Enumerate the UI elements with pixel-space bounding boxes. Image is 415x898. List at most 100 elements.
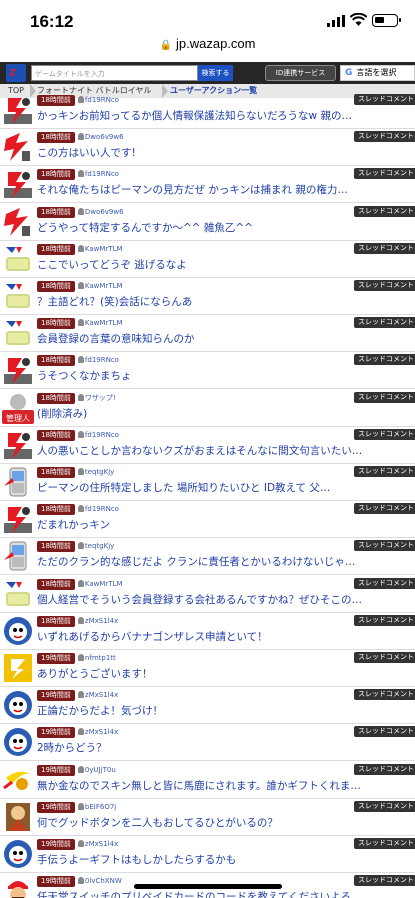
user-avatar[interactable] [2, 838, 34, 870]
item-meta: 18時間前 zMxS1l4x [37, 615, 118, 627]
user-avatar[interactable] [2, 689, 34, 721]
user-avatar[interactable] [2, 168, 34, 200]
comment-link[interactable]: 2時からどう？ [37, 740, 367, 755]
list-item[interactable]: 18時間前 fd19RNco それな俺たちはピーマンの見方だぜ かっキンは捕まれ 親… [0, 166, 415, 204]
list-item[interactable]: 19時間前 nfmtp1tt ありがとうございます！ スレッドコメント [0, 650, 415, 687]
search-button[interactable]: 検索する [198, 65, 233, 81]
comment-link[interactable]: 何でグッドボタンを二人もおしてるひとがいるの？ [37, 815, 367, 830]
user-avatar[interactable] [2, 540, 34, 572]
user-id[interactable]: fd19RNco [85, 356, 119, 364]
comment-link[interactable]: 手伝うよーギフトはもしかしたらするかも [37, 852, 367, 867]
comment-link[interactable]: ピーマンの住所特定しました 場所知りたいひと ID教えて 父… [37, 480, 367, 495]
search-input[interactable]: ゲームタイトルを入力 [31, 65, 198, 81]
list-item[interactable]: 18時間前 teqtgKjy ピーマンの住所特定しました 場所知りたいひと ID教え… [0, 464, 415, 501]
list-item[interactable]: 18時間前 fd19RNco だまれかっキン スレッドコメント [0, 501, 415, 539]
comment-link[interactable]: ここでいってどうぞ 逃げるなよ [37, 257, 367, 272]
user-id[interactable]: KawMrTLM [85, 319, 123, 327]
user-avatar[interactable] [2, 801, 34, 833]
user-avatar[interactable] [2, 131, 34, 163]
site-logo[interactable]: z [6, 64, 26, 82]
comment-link[interactable]: ？主語どれ？(笑)会話にならんあ [37, 294, 367, 309]
action-type-badge: スレッドコメント [354, 540, 415, 552]
user-avatar[interactable]: 管理人 [2, 392, 34, 424]
time-badge: 18時間前 [37, 95, 75, 106]
user-id[interactable]: ワザップ! [85, 394, 116, 402]
user-avatar[interactable] [2, 726, 34, 758]
language-select[interactable]: G 言語を選択 [340, 65, 415, 81]
list-item[interactable]: 18時間前 Dwo6v9w6 この方はいい人です! スレッドコメント [0, 129, 415, 167]
list-item[interactable]: 18時間前 fd19RNco 人の悪いことしか言わないクズがおまえはそんなに間文句言… [0, 427, 415, 464]
user-id[interactable]: bEIF6O7j [85, 803, 116, 811]
address-bar[interactable]: 🔒 jp.wazap.com [0, 36, 415, 60]
user-id[interactable]: Dwo6v9w6 [85, 133, 124, 141]
user-avatar[interactable] [2, 354, 34, 386]
user-id[interactable]: KawMrTLM [85, 282, 123, 290]
list-item[interactable]: 19時間前 zMxS1l4x 正論だからだよ！気づけ！ スレッドコメント [0, 687, 415, 725]
comment-link[interactable]: 人の悪いことしか言わないクズがおまえはそんなに間文句言いたい… [37, 443, 367, 458]
comment-link[interactable]: ただのクラン的な感じだよ クランに責任者とかいるわけないじゃ… [37, 554, 367, 569]
user-avatar[interactable] [2, 615, 34, 647]
user-id[interactable]: Dwo6v9w6 [85, 208, 124, 216]
user-id[interactable]: zMxS1l4x [85, 691, 118, 699]
user-avatar[interactable] [2, 429, 34, 461]
list-item[interactable]: 18時間前 teqtgKjy ただのクラン的な感じだよ クランに責任者とかいるわけな… [0, 538, 415, 576]
comment-link[interactable]: 個人経営でそういう会員登録する会社あるんですかね？ぜひそこの… [37, 592, 367, 607]
comment-link[interactable]: どうやって特定するんですか〜^^ 雑魚乙^^ [37, 220, 367, 235]
user-avatar[interactable] [2, 94, 34, 126]
comment-link[interactable]: だまれかっキン [37, 517, 367, 532]
user-id[interactable]: zMxS1l4x [85, 840, 118, 848]
user-id[interactable]: KawMrTLM [85, 580, 123, 588]
user-id[interactable]: fd19RNco [85, 170, 119, 178]
user-avatar[interactable] [2, 317, 34, 349]
battery-icon [372, 14, 401, 27]
user-avatar[interactable] [2, 875, 34, 898]
user-avatar[interactable] [2, 503, 34, 535]
user-avatar[interactable] [2, 578, 34, 610]
user-avatar[interactable] [2, 466, 34, 498]
comment-link[interactable]: (削除済み) [37, 406, 367, 421]
list-item[interactable]: 19時間前 zMxS1l4x 手伝うよーギフトはもしかしたらするかも スレッドコメント [0, 836, 415, 873]
comment-link[interactable]: かっキンお前知ってるか個人情報保護法知らないだろうなw 親の… [37, 108, 367, 123]
list-item[interactable]: 18時間前 KawMrTLM 個人経営でそういう会員登録する会社あるんですかね？ぜひ… [0, 576, 415, 613]
user-avatar[interactable] [2, 206, 34, 238]
list-item[interactable]: 18時間前 fd19RNco かっキンお前知ってるか個人情報保護法知らないだろうなw… [0, 92, 415, 129]
id-link-button[interactable]: ID連携サービス [265, 65, 336, 81]
list-item[interactable]: 18時間前 KawMrTLM ここでいってどうぞ 逃げるなよ スレッドコメント [0, 241, 415, 278]
user-id[interactable]: fd19RNco [85, 431, 119, 439]
user-id[interactable]: 0lvChXNW [85, 877, 122, 885]
list-item[interactable]: 管理人 18時間前 ワザップ! (削除済み) スレッドコメント [0, 390, 415, 427]
comment-link[interactable]: 会員登録の言葉の意味知らんのか [37, 331, 367, 346]
comment-link[interactable]: 無か金なのでスキン無しと皆に馬鹿にされます。誰かギフトくれま… [37, 778, 367, 793]
comment-link[interactable]: それな俺たちはピーマンの見方だぜ かっキンは捕まれ 親の権力… [37, 182, 367, 197]
list-item[interactable]: 19時間前 0yUJjT0u 無か金なのでスキン無しと皆に馬鹿にされます。誰かギフト… [0, 762, 415, 799]
user-id[interactable]: KawMrTLM [85, 245, 123, 253]
user-id[interactable]: teqtgKjy [85, 542, 114, 550]
comment-link[interactable]: ありがとうございます！ [37, 666, 367, 681]
user-id[interactable]: nfmtp1tt [85, 654, 116, 662]
list-item[interactable]: 18時間前 KawMrTLM ？主語どれ？(笑)会話にならんあ スレッドコメント [0, 278, 415, 315]
comment-link[interactable]: いずれあげるからバナナゴンザレス申請といて！ [37, 629, 367, 644]
user-avatar[interactable] [2, 243, 34, 275]
user-avatar[interactable] [2, 764, 34, 796]
comment-link[interactable]: この方はいい人です! [37, 145, 367, 160]
list-item[interactable]: 19時間前 zMxS1l4x 2時からどう？ スレッドコメント [0, 724, 415, 762]
user-id[interactable]: 0yUJjT0u [85, 766, 116, 774]
user-id[interactable]: fd19RNco [85, 96, 119, 104]
list-item[interactable]: 18時間前 Dwo6v9w6 どうやって特定するんですか〜^^ 雑魚乙^^ スレッドコ… [0, 204, 415, 241]
list-item[interactable]: 18時間前 KawMrTLM 会員登録の言葉の意味知らんのか スレッドコメント [0, 315, 415, 353]
user-id[interactable]: teqtgKjy [85, 468, 114, 476]
status-bar: 16:12 [0, 0, 415, 36]
home-indicator [134, 884, 282, 889]
user-id[interactable]: zMxS1l4x [85, 617, 118, 625]
user-icon [77, 579, 84, 587]
user-id[interactable]: fd19RNco [85, 505, 119, 513]
comment-link[interactable]: 正論だからだよ！気づけ！ [37, 703, 367, 718]
list-item[interactable]: 18時間前 fd19RNco うそつくなかまちょ スレッドコメント [0, 352, 415, 390]
user-avatar[interactable] [2, 280, 34, 312]
comment-link[interactable]: 任天堂スイッチのプリペイドカードのコードを教えてくださいよろ… [37, 889, 367, 898]
list-item[interactable]: 19時間前 bEIF6O7j 何でグッドボタンを二人もおしてるひとがいるの？ スレッド… [0, 799, 415, 836]
list-item[interactable]: 18時間前 zMxS1l4x いずれあげるからバナナゴンザレス申請といて！ スレッドコ… [0, 613, 415, 650]
user-id[interactable]: zMxS1l4x [85, 728, 118, 736]
user-avatar[interactable] [2, 652, 34, 684]
comment-link[interactable]: うそつくなかまちょ [37, 368, 367, 383]
